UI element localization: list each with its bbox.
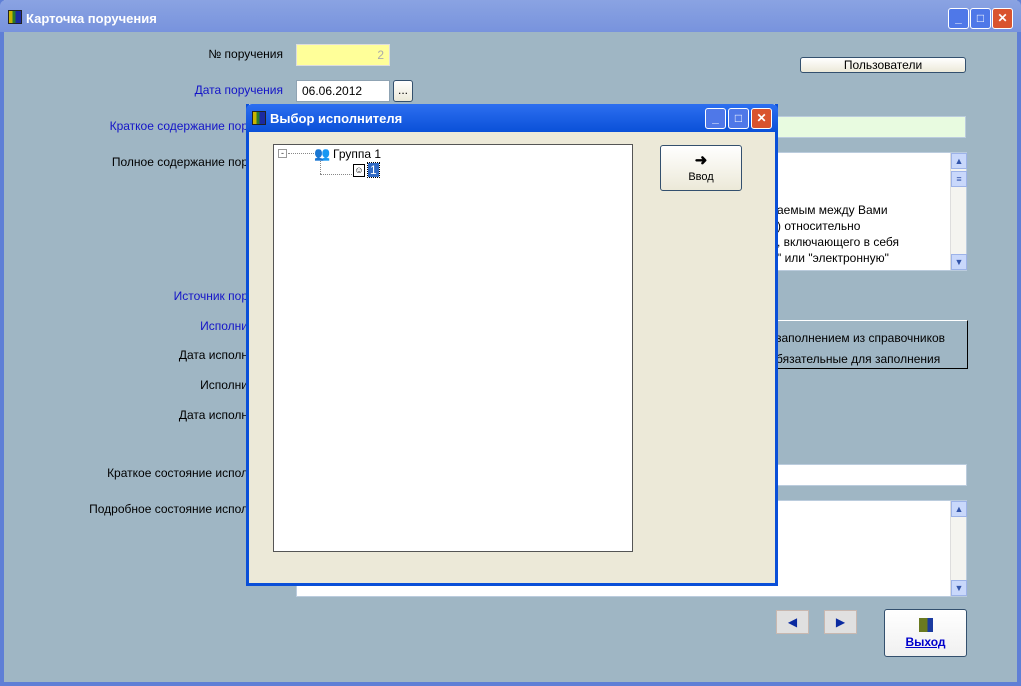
exit-door-icon: [918, 618, 933, 632]
exec-date2-label: Дата исполн: [178, 408, 248, 422]
date-picker-button[interactable]: ...: [393, 80, 413, 102]
text-line: " или "электронную": [777, 251, 889, 265]
window-title: Карточка поручения: [26, 11, 157, 26]
tree-line: [288, 153, 314, 154]
short-content-field[interactable]: [776, 116, 966, 138]
dialog-app-icon: [252, 111, 266, 125]
number-label: № поручения: [208, 47, 283, 61]
collapse-icon[interactable]: -: [278, 149, 287, 158]
dialog-minimize-button[interactable]: _: [705, 108, 726, 129]
scroll-down-icon[interactable]: ▼: [951, 254, 967, 270]
executor-label: Исполни: [200, 378, 248, 392]
exec-date-label: Дата исполн: [178, 348, 248, 362]
info-box: заполнением из справочников бязательные …: [776, 320, 968, 369]
arrow-right-icon: ▶: [835, 615, 846, 629]
close-button[interactable]: ✕: [992, 8, 1013, 29]
date-label: Дата поручения: [194, 83, 283, 97]
full-state-label: Подробное состояние испол: [89, 502, 248, 516]
number-field[interactable]: 2: [296, 44, 390, 66]
tree-line: [320, 174, 352, 175]
person-icon: ☺: [353, 164, 365, 177]
exit-button[interactable]: Выход: [884, 609, 967, 657]
users-button[interactable]: Пользователи: [800, 57, 966, 73]
tree-line: [320, 161, 321, 174]
scrollbar[interactable]: ▲ ▼: [950, 501, 967, 596]
date-field[interactable]: 06.06.2012: [296, 80, 390, 102]
executor-b-label: Исполни: [200, 319, 248, 333]
text-line: ..: [777, 266, 899, 272]
exit-label: Выход: [905, 635, 946, 649]
main-title-bar: Карточка поручения: [0, 0, 1021, 32]
maximize-button[interactable]: □: [970, 8, 991, 29]
select-executor-dialog: Выбор исполнителя _ □ ✕ - 👥 Группа 1 ☺ 1…: [246, 104, 778, 586]
enter-label: Ввод: [688, 171, 714, 183]
scroll-down-icon[interactable]: ▼: [951, 580, 967, 596]
text-line: аемым между Вами: [777, 203, 888, 217]
tree-group-1[interactable]: Группа 1: [333, 147, 381, 161]
short-state-field[interactable]: [776, 464, 967, 486]
full-content-textarea[interactable]: аемым между Вами ) относительно , включа…: [776, 152, 967, 272]
arrow-left-icon: ◀: [787, 615, 798, 629]
executor-tree[interactable]: - 👥 Группа 1 ☺ 1: [273, 144, 633, 552]
app-icon: [8, 10, 22, 24]
info-line: бязательные для заполнения: [776, 352, 941, 366]
full-content-text: аемым между Вами ) относительно , включа…: [777, 202, 899, 272]
scrollbar[interactable]: ▲ ≡ ▼: [950, 153, 967, 270]
next-button[interactable]: ▶: [824, 610, 857, 634]
prev-button[interactable]: ◀: [776, 610, 809, 634]
short-content-label: Краткое содержание пор: [48, 119, 248, 133]
dialog-title: Выбор исполнителя: [270, 111, 403, 126]
text-line: , включающего в себя: [777, 235, 899, 249]
group-icon: 👥: [314, 146, 331, 161]
scroll-up-icon[interactable]: ▲: [951, 501, 967, 517]
enter-button[interactable]: ➜ Ввод: [660, 145, 742, 191]
short-state-label: Краткое состояние испол: [107, 466, 248, 480]
info-line: заполнением из справочников: [776, 331, 946, 345]
scroll-up-icon[interactable]: ▲: [951, 153, 967, 169]
minimize-button[interactable]: _: [948, 8, 969, 29]
tree-item-1[interactable]: 1: [367, 162, 380, 178]
dialog-maximize-button[interactable]: □: [728, 108, 749, 129]
text-line: ) относительно: [777, 219, 861, 233]
dialog-close-button[interactable]: ✕: [751, 108, 772, 129]
arrow-right-icon: ➜: [694, 152, 708, 169]
source-label: Источник пор: [173, 289, 248, 303]
short-content-label-text: Краткое содержание пор: [109, 119, 248, 133]
full-content-label: Полное содержание пор: [111, 155, 248, 169]
scroll-thumb[interactable]: ≡: [951, 171, 967, 187]
dialog-title-bar: Выбор исполнителя _ □ ✕: [246, 104, 778, 132]
